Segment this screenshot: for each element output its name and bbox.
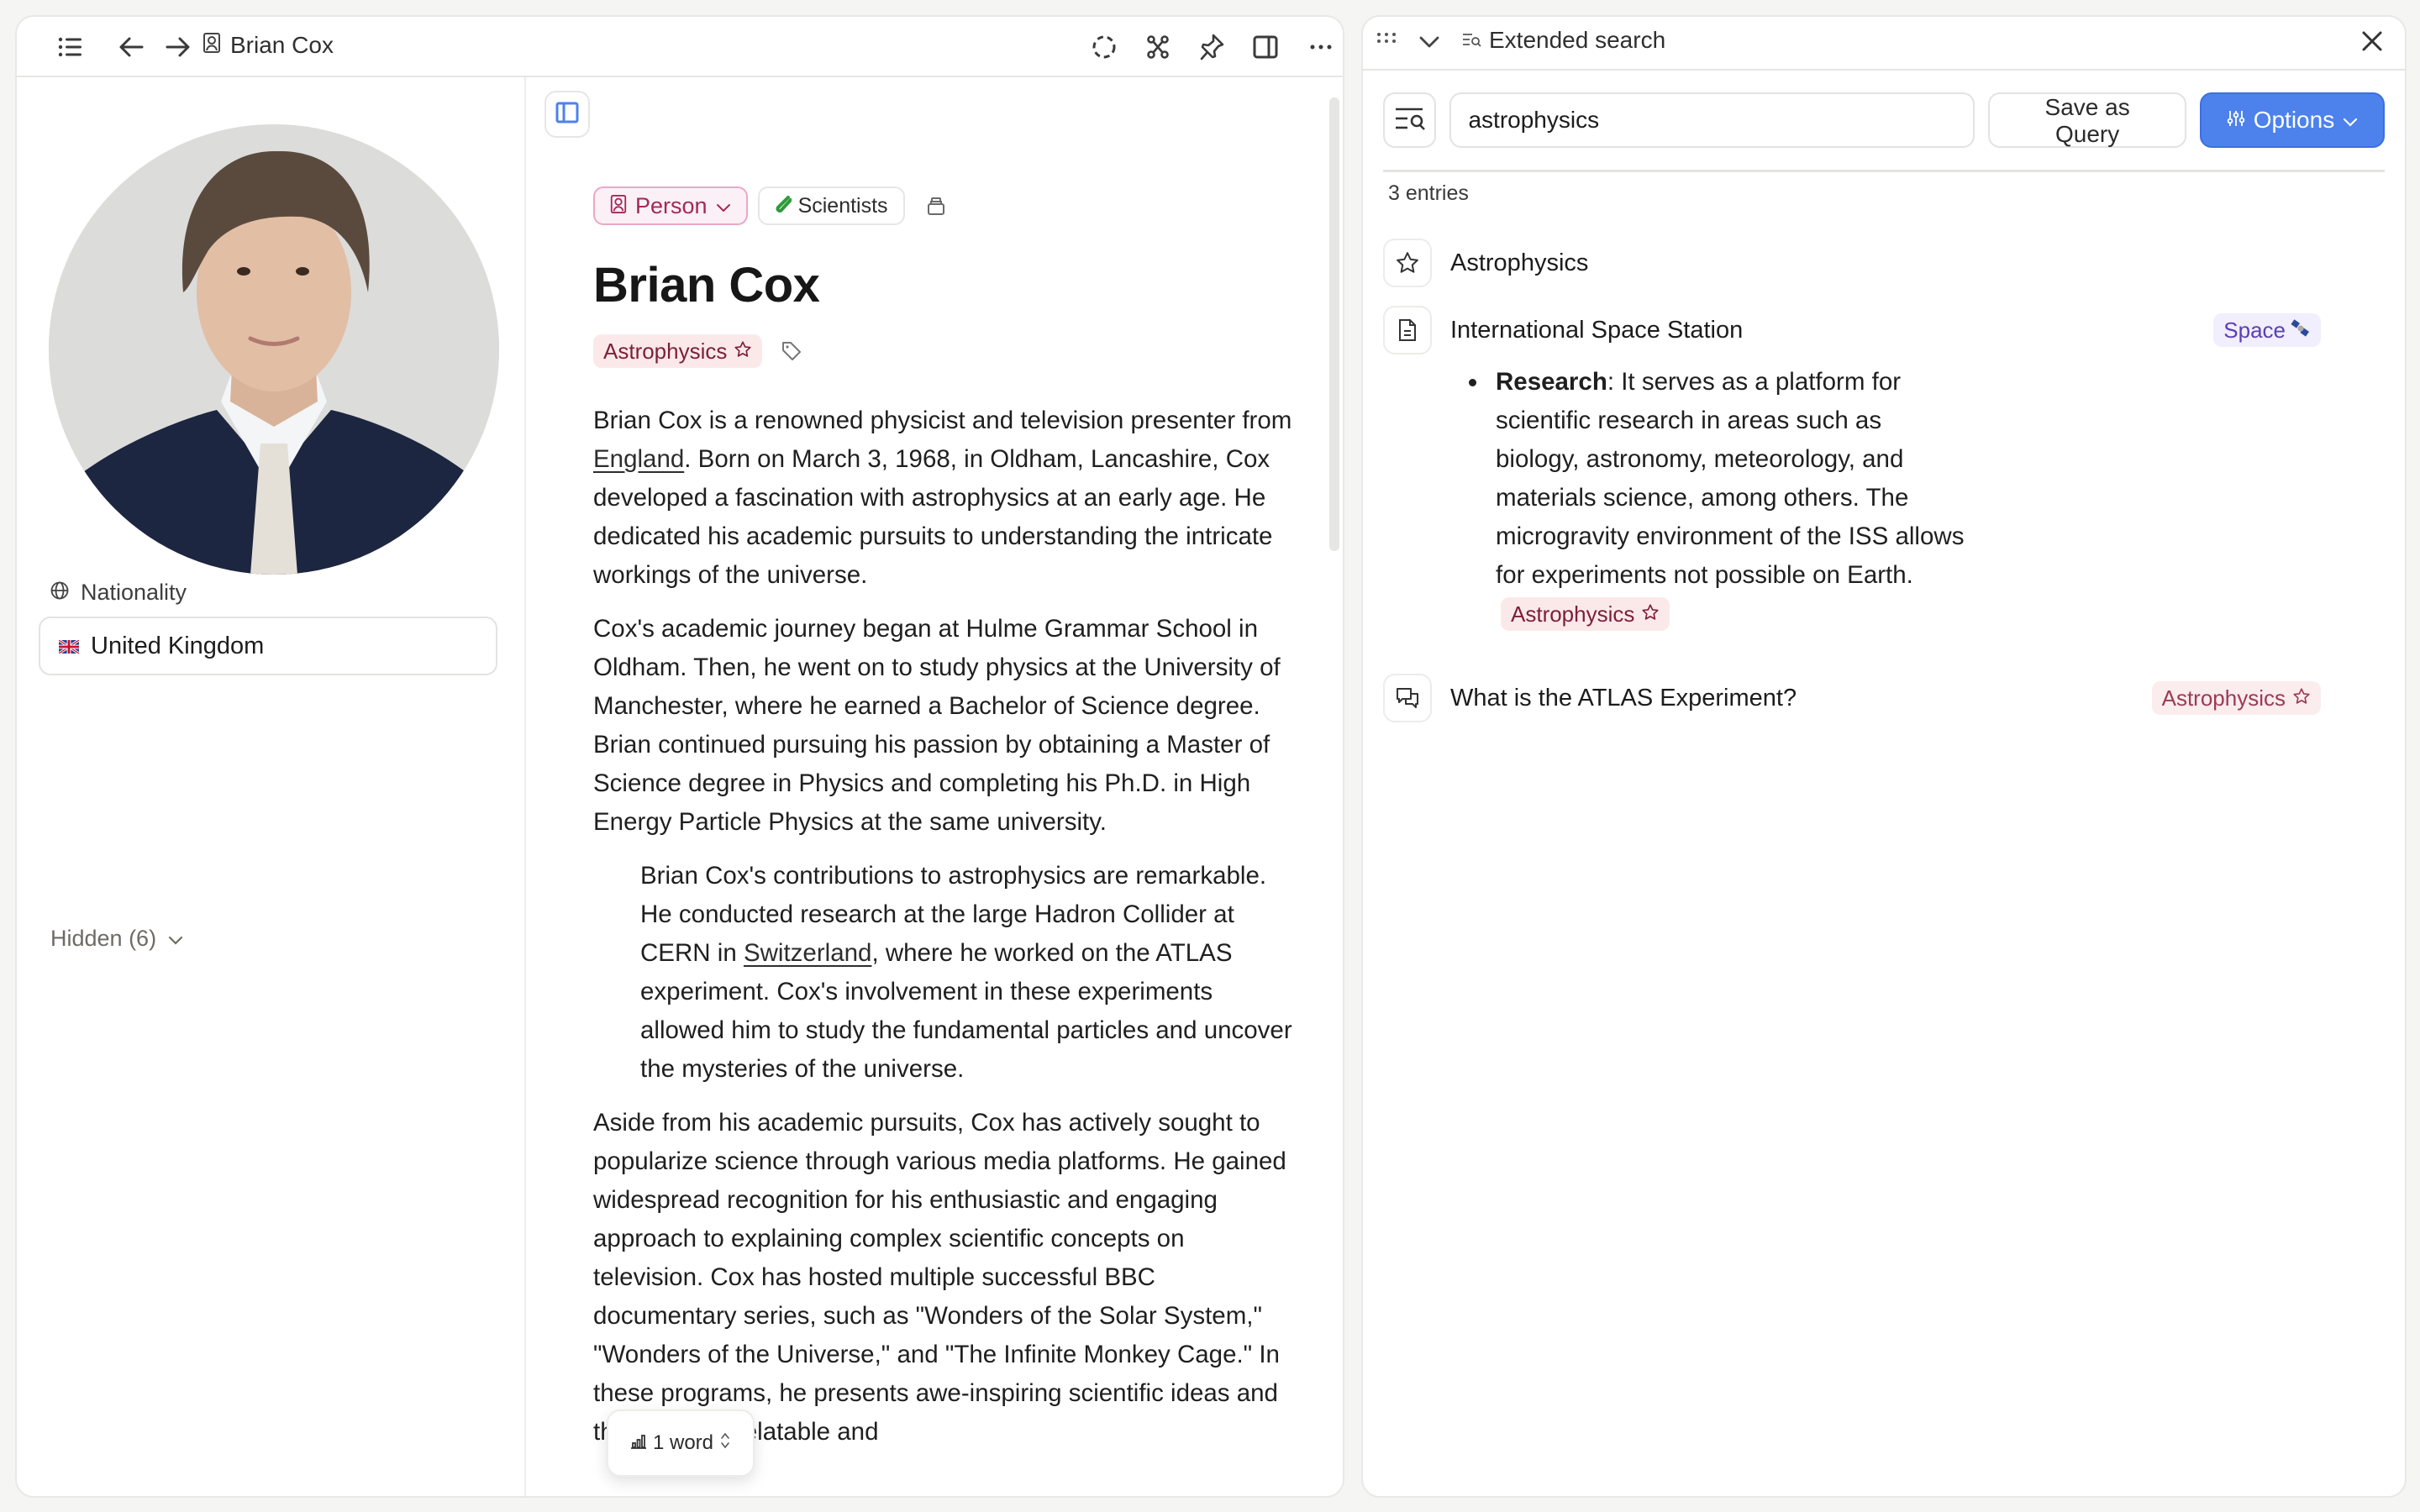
options-button[interactable]: Options xyxy=(2199,92,2385,148)
result-title[interactable]: International Space Station xyxy=(1450,317,1743,344)
divider xyxy=(1383,170,2385,172)
arrow-right-icon[interactable] xyxy=(160,29,197,66)
collection-badge[interactable]: Scientists xyxy=(757,186,905,225)
sidebar-icon xyxy=(555,102,579,128)
entry-count: 3 entries xyxy=(1388,181,1469,205)
chevron-down-icon xyxy=(716,193,731,219)
panel-title: Extended search xyxy=(1462,27,1665,54)
paragraph: Cox's academic journey began at Hulme Gr… xyxy=(593,615,1281,836)
result-item[interactable]: International Space Station Space xyxy=(1383,306,2321,354)
sidebar-toggle-button[interactable] xyxy=(544,91,590,138)
lock-icon[interactable] xyxy=(927,196,945,216)
search-list-icon xyxy=(1394,106,1426,135)
test-tube-icon xyxy=(775,194,792,218)
paragraph: Brian Cox is a renowned physicist and te… xyxy=(593,407,1292,589)
search-mode-button[interactable] xyxy=(1383,92,1437,148)
page-title[interactable]: Brian Cox xyxy=(593,257,820,313)
document-text[interactable]: Brian Cox is a renowned physicist and te… xyxy=(593,402,1299,1467)
chat-icon xyxy=(1383,674,1432,722)
uk-flag-icon xyxy=(58,633,80,660)
search-list-icon xyxy=(1462,27,1482,54)
avatar[interactable] xyxy=(49,124,499,575)
result-item[interactable]: Astrophysics xyxy=(1383,239,2321,287)
person-icon xyxy=(203,32,220,59)
satellite-icon xyxy=(2291,318,2311,344)
space-tag[interactable]: Space xyxy=(2213,313,2321,347)
breadcrumb[interactable]: Brian Cox xyxy=(203,32,334,59)
search-input[interactable] xyxy=(1449,92,1975,148)
person-icon xyxy=(610,193,627,219)
chevron-updown-icon xyxy=(720,1431,730,1456)
search-bar: Save as Query Options xyxy=(1383,92,2385,148)
properties-sidebar: Nationality United Kingdom Hidden (6) xyxy=(17,77,526,1496)
nationality-label: Nationality xyxy=(50,580,187,606)
chevron-down-icon xyxy=(168,926,183,952)
graph-icon[interactable] xyxy=(1139,29,1176,66)
dashed-circle-icon[interactable] xyxy=(1086,29,1123,66)
document-toolbar: Brian Cox xyxy=(17,17,1343,77)
result-title[interactable]: What is the ATLAS Experiment? xyxy=(1450,685,1797,712)
tag-row: Astrophysics xyxy=(593,334,802,368)
word-count-button[interactable]: 1 word xyxy=(607,1410,755,1477)
extended-search-panel: Extended search Save as Query Options 3 … xyxy=(1361,15,2407,1498)
panel-header: Extended search xyxy=(1363,17,2405,71)
result-title[interactable]: Astrophysics xyxy=(1450,249,1588,277)
result-snippet: Research: It serves as a platform for sc… xyxy=(1460,363,1965,633)
link-switzerland[interactable]: Switzerland xyxy=(744,939,871,967)
tag-icon[interactable] xyxy=(781,340,802,362)
pin-icon[interactable] xyxy=(1193,29,1230,66)
list-icon[interactable] xyxy=(52,29,89,66)
document-meta: Person Scientists xyxy=(593,186,945,225)
chevron-down-icon xyxy=(2343,107,2358,134)
document-scrollbar[interactable] xyxy=(1329,97,1339,551)
document-window: Brian Cox Nationality United Kingdom Hid… xyxy=(15,15,1344,1498)
star-icon xyxy=(734,339,752,365)
type-selector[interactable]: Person xyxy=(593,186,748,225)
close-icon[interactable] xyxy=(2360,29,2385,58)
tag-astrophysics[interactable]: Astrophysics xyxy=(2151,681,2321,715)
paragraph: Aside from his academic pursuits, Cox ha… xyxy=(593,1109,1286,1446)
drag-handle-icon[interactable] xyxy=(1376,32,1397,44)
result-item[interactable]: What is the ATLAS Experiment? Astrophysi… xyxy=(1383,674,2321,722)
bar-chart-icon xyxy=(630,1431,646,1455)
arrow-left-icon[interactable] xyxy=(113,29,150,66)
star-icon xyxy=(2292,685,2311,711)
nationality-field[interactable]: United Kingdom xyxy=(39,617,497,675)
collapse-chevron-icon[interactable] xyxy=(1418,35,1440,49)
indented-paragraph: Brian Cox's contributions to astrophysic… xyxy=(640,862,1292,1083)
more-icon[interactable] xyxy=(1302,29,1339,66)
split-view-icon[interactable] xyxy=(1247,29,1284,66)
sliders-icon xyxy=(2227,107,2245,134)
document-body: Person Scientists Brian Cox Astrophysics xyxy=(526,77,1343,1496)
globe-icon xyxy=(50,580,69,606)
breadcrumb-title: Brian Cox xyxy=(230,32,334,58)
link-england[interactable]: England xyxy=(593,445,684,473)
hidden-properties-toggle[interactable]: Hidden (6) xyxy=(50,926,183,952)
save-as-query-button[interactable]: Save as Query xyxy=(1988,92,2186,148)
star-icon xyxy=(1383,239,1432,287)
star-icon xyxy=(1641,595,1660,633)
nationality-value: United Kingdom xyxy=(91,632,265,659)
document-icon xyxy=(1383,306,1432,354)
snippet-bullet: Research: It serves as a platform for sc… xyxy=(1460,363,1965,633)
tag-astrophysics[interactable]: Astrophysics xyxy=(593,334,763,368)
tag-astrophysics[interactable]: Astrophysics xyxy=(1501,597,1670,631)
